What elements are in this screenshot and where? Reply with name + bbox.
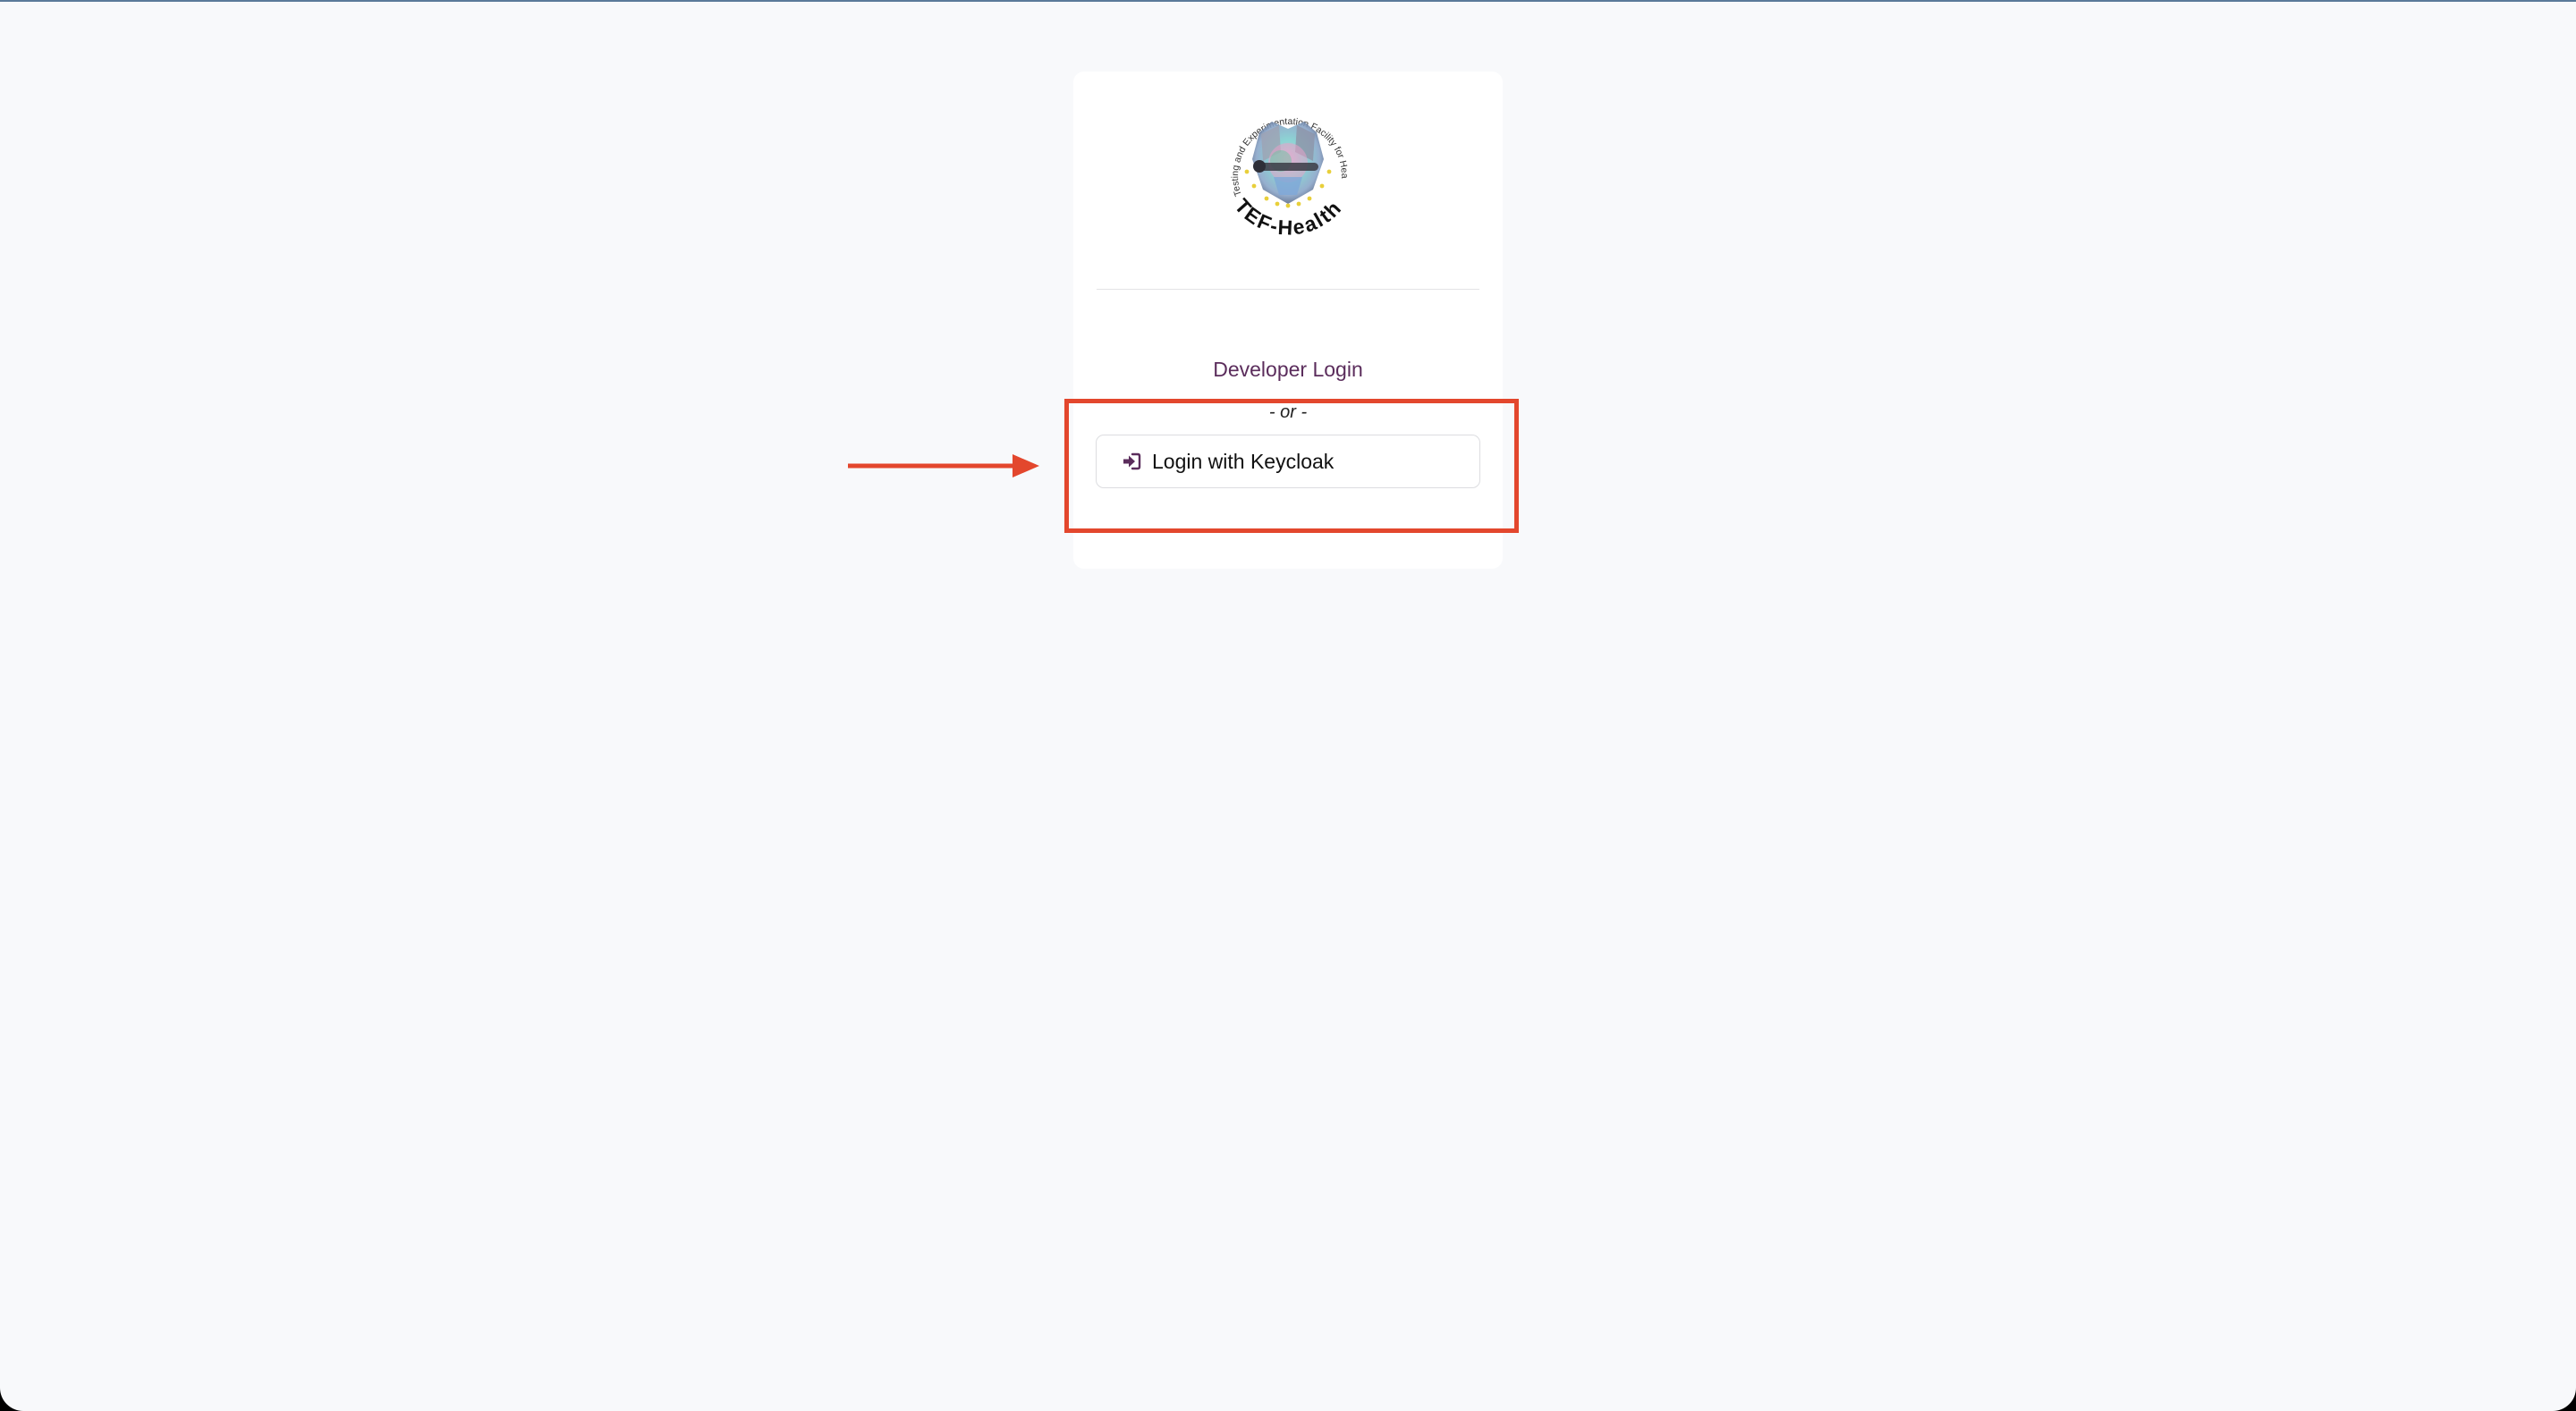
page-viewport: Testing and Experimentation Facility for… bbox=[0, 0, 2576, 1411]
annotation-highlight-box bbox=[1064, 399, 1519, 533]
annotation-arrow-icon bbox=[848, 454, 1039, 477]
developer-login-link[interactable]: Developer Login bbox=[1073, 358, 1503, 382]
logo-divider bbox=[1097, 289, 1479, 290]
tef-health-logo: Testing and Experimentation Facility for… bbox=[1208, 89, 1350, 240]
